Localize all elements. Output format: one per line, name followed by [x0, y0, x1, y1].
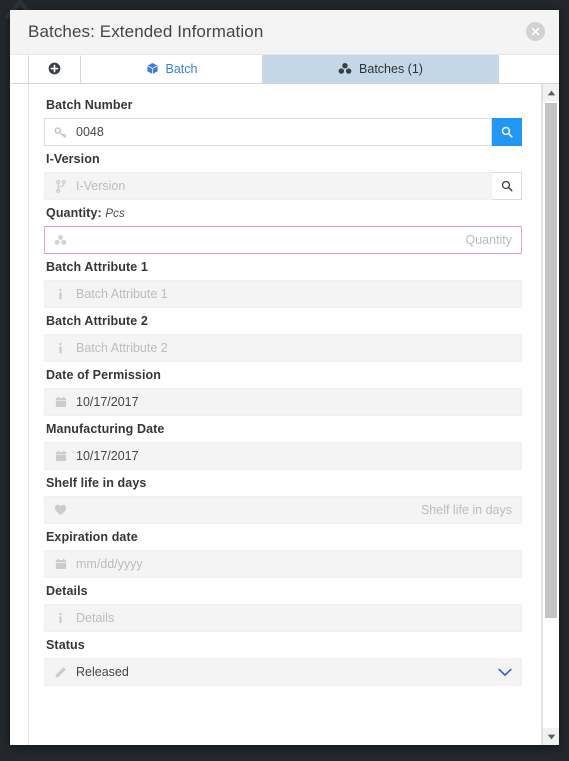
field-label: Shelf life in days	[46, 476, 147, 490]
info-icon	[54, 288, 67, 301]
field-expiration-date: Expiration date mm/dd/yyyy	[44, 530, 522, 578]
i-version-input[interactable]: I-Version	[44, 172, 492, 200]
tab-add-new[interactable]	[28, 55, 81, 83]
code-branch-icon	[54, 179, 67, 193]
field-label: Details	[46, 584, 88, 598]
manufacturing-date-value: 10/17/2017	[76, 449, 139, 463]
tab-batches-label: Batches (1)	[359, 62, 423, 77]
batch-number-search-button[interactable]	[492, 118, 522, 146]
tab-strip: Batch Batches (1)	[10, 55, 559, 84]
caret-up-icon[interactable]	[543, 84, 559, 101]
field-batch-attribute-2: Batch Attribute 2 Batch Attribute 2	[44, 314, 522, 362]
i-version-search-button[interactable]	[492, 172, 522, 200]
batches-cluster-icon	[54, 234, 67, 246]
vertical-scrollbar[interactable]	[542, 84, 559, 745]
scrollbar-thumb[interactable]	[545, 103, 557, 618]
field-label: Batch Attribute 2	[46, 314, 148, 328]
dialog-header: Batches: Extended Information	[10, 10, 559, 55]
field-details: Details Details	[44, 584, 522, 632]
chevron-down-icon[interactable]	[498, 668, 512, 677]
shelf-life-input[interactable]: Shelf life in days	[44, 496, 522, 524]
calendar-icon	[54, 558, 67, 570]
quantity-placeholder: Quantity	[465, 233, 512, 247]
field-batch-attribute-1: Batch Attribute 1 Batch Attribute 1	[44, 260, 522, 308]
page-title: Batches: Extended Information	[28, 22, 264, 41]
field-manufacturing-date: Manufacturing Date 10/17/2017	[44, 422, 522, 470]
date-of-permission-value: 10/17/2017	[76, 395, 139, 409]
plus-circle-icon	[48, 62, 61, 78]
cube-icon	[146, 62, 159, 78]
field-label: Batch Attribute 1	[46, 260, 148, 274]
form-scroll-area: Batch Number 0048 I-Version I-Version Qu…	[28, 84, 542, 745]
manufacturing-date-input[interactable]: 10/17/2017	[44, 442, 522, 470]
calendar-icon	[54, 396, 67, 408]
heart-icon	[54, 504, 67, 516]
field-label-text: Quantity:	[46, 206, 102, 220]
batch-attribute-1-input[interactable]: Batch Attribute 1	[44, 280, 522, 308]
batch-attribute-1-placeholder: Batch Attribute 1	[76, 287, 168, 301]
field-label: Quantity: Pcs	[46, 206, 522, 220]
field-unit: Pcs	[105, 208, 125, 220]
shelf-life-placeholder: Shelf life in days	[420, 503, 512, 517]
field-quantity: Quantity: Pcs Quantity	[44, 206, 522, 254]
batch-form: Batch Number 0048 I-Version I-Version Qu…	[29, 84, 541, 686]
batch-attribute-2-input[interactable]: Batch Attribute 2	[44, 334, 522, 362]
field-label: Status	[46, 638, 85, 652]
tab-batch-label: Batch	[165, 62, 198, 77]
field-label: Batch Number	[46, 98, 133, 112]
field-label: Date of Permission	[46, 368, 162, 382]
caret-down-icon[interactable]	[543, 728, 559, 745]
details-placeholder: Details	[76, 611, 115, 625]
batch-number-input[interactable]: 0048	[44, 118, 492, 146]
batch-number-value: 0048	[76, 125, 104, 139]
i-version-placeholder: I-Version	[76, 179, 126, 193]
batch-attribute-2-placeholder: Batch Attribute 2	[76, 341, 168, 355]
info-icon	[54, 342, 67, 355]
tab-batch[interactable]: Batch	[81, 55, 263, 83]
tab-batches[interactable]: Batches (1)	[263, 55, 499, 83]
field-status: Status Released	[44, 638, 522, 686]
quantity-input[interactable]: Quantity	[44, 226, 522, 254]
date-of-permission-input[interactable]: 10/17/2017	[44, 388, 522, 416]
key-icon	[54, 126, 67, 139]
field-label: Expiration date	[46, 530, 138, 544]
expiration-date-placeholder: mm/dd/yyyy	[76, 557, 143, 571]
pencil-icon	[54, 666, 67, 679]
expiration-date-input[interactable]: mm/dd/yyyy	[44, 550, 522, 578]
info-icon	[54, 612, 67, 625]
field-label: I-Version	[46, 152, 100, 166]
close-icon[interactable]	[526, 22, 545, 41]
batches-cluster-icon	[338, 62, 352, 78]
dialog-body: Batch Number 0048 I-Version I-Version Qu…	[10, 84, 559, 745]
details-input[interactable]: Details	[44, 604, 522, 632]
field-label: Manufacturing Date	[46, 422, 165, 436]
field-batch-number: Batch Number 0048	[44, 98, 522, 146]
status-select[interactable]: Released	[44, 658, 522, 686]
scrollbar-track[interactable]	[543, 101, 559, 728]
field-i-version: I-Version I-Version	[44, 152, 522, 200]
field-shelf-life-in-days: Shelf life in days Shelf life in days	[44, 476, 522, 524]
status-value: Released	[76, 665, 129, 679]
extended-information-dialog: Batches: Extended Information Batch Batc…	[10, 10, 559, 745]
calendar-icon	[54, 450, 67, 462]
field-date-of-permission: Date of Permission 10/17/2017	[44, 368, 522, 416]
